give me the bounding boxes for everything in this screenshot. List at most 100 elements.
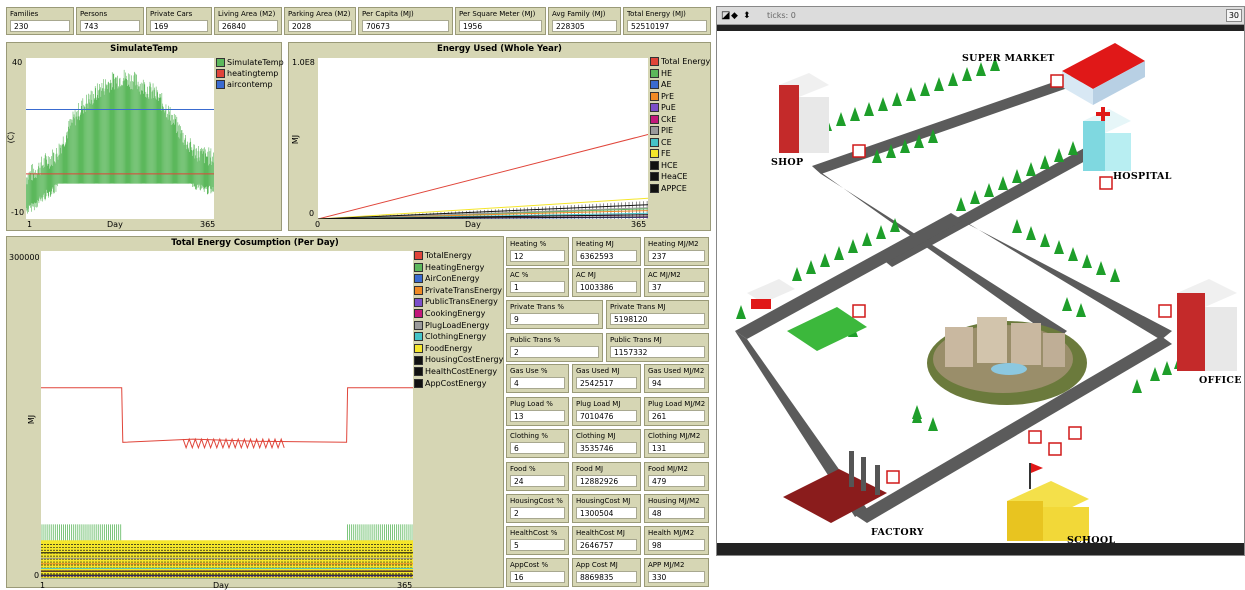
monitor-value: 1157332 [610,346,705,358]
legend-item: HeaCE [650,171,710,183]
world-map[interactable]: SUPER MARKET SHOP HOSPITAL OFFICE FACTOR… [717,31,1244,543]
speed-field[interactable]: 30 [1225,9,1242,22]
monitor-value: 479 [648,475,705,487]
x-tick-min: 1 [27,220,33,229]
legend-swatch [650,172,659,182]
monitor-value: 228305 [552,20,617,32]
monitor-housingcost: HousingCost % 2 [506,494,569,523]
monitor-label: HealthCost MJ [576,529,625,537]
legend-item: AE [650,79,710,91]
monitor-value: 1300504 [576,507,637,519]
monitor-value: 4 [510,377,565,389]
monitor-label: Plug Load MJ/M2 [648,400,705,408]
zoom-arrows-icon[interactable]: ◆ [731,7,738,25]
x-tick-min: 1 [40,581,46,590]
legend-label: PlE [661,126,674,135]
legend-swatch [414,262,423,272]
monitor-label: Public Trans % [510,336,561,344]
monitor-value: 1956 [459,20,542,32]
monitor-value: 131 [648,442,705,454]
legend-item: APPCE [650,183,710,195]
y-tick-max: 40 [12,58,23,67]
y-axis-label: (C) [6,131,16,144]
simulate-temp-plot: SimulateTemp 40 -10 (C) 1 365 Day Simula… [6,42,284,231]
legend-label: AirConEnergy [425,274,480,284]
monitor-value: 52510197 [627,20,707,32]
legend-label: ClothingEnergy [425,332,487,342]
x-axis-label: Day [107,220,123,229]
monitor-value: 169 [150,20,208,32]
plot-title: Energy Used (Whole Year) [437,44,562,54]
monitor-private-trans-mj: Private Trans MJ 5198120 [606,300,709,329]
legend-item: PrE [650,91,710,103]
monitor-value: 5198120 [610,313,705,325]
legend-label: PuE [661,103,676,112]
monitor-label: Persons [80,10,108,18]
monitor-avg-family-mj: Avg Family (MJ) 228305 [548,7,621,35]
legend-item: SimulateTemp [216,57,284,68]
legend-swatch [414,309,423,319]
settings-icon[interactable]: ◪ [721,7,730,25]
monitor-label: Food % [510,465,536,473]
legend-label: PublicTransEnergy [425,297,498,307]
legend-swatch [414,344,423,354]
monitor-ac-mj-m2: AC MJ/M2 37 [644,268,709,297]
legend-swatch [650,68,659,78]
monitor-label: AC MJ/M2 [648,271,681,279]
legend-swatch [414,320,423,330]
monitor-value: 26840 [218,20,278,32]
legend-item: ClothingEnergy [414,331,503,343]
legend-swatch [414,286,423,296]
monitor-label: Gas Use % [510,367,548,375]
monitor-label: AC % [510,271,529,279]
monitor-label: Health MJ/M2 [648,529,695,537]
bus-stop-sign [1028,430,1042,444]
monitor-plug-load-mj-m2: Plug Load MJ/M2 261 [644,397,709,426]
monitor-label: Avg Family (MJ) [552,10,606,18]
monitor-value: 743 [80,20,140,32]
updown-arrows-icon[interactable]: ⬍ [743,7,751,25]
legend-item: AirConEnergy [414,273,503,285]
monitor-label: HousingCost MJ [576,497,631,505]
total-energy-per-day-plot: Total Energy Cosumption (Per Day) 300000… [6,236,504,590]
legend-label: AE [661,80,672,89]
energy-used-year-plot: Energy Used (Whole Year) 1.0E8 0 MJ 0 36… [288,42,711,231]
legend-label: HE [661,68,673,78]
monitor-per-square-meter-mj: Per Square Meter (MJ) 1956 [455,7,546,35]
monitor-app-cost-mj: App Cost MJ 8869835 [572,558,641,587]
monitor-appcost: AppCost % 16 [506,558,569,587]
monitor-value: 70673 [362,20,449,32]
monitor-value: 9 [510,313,599,325]
simulate-temp-canvas [26,58,214,219]
label-shop: SHOP [771,157,803,168]
shop-building [779,73,829,153]
monitor-value: 6 [510,442,565,454]
monitor-value: 24 [510,475,565,487]
legend-swatch [650,57,659,67]
monitor-value: 1 [510,281,565,293]
legend-swatch [650,114,659,124]
world-view: ◪ ◆ ⬍ ticks: 0 30 SUPER MARKET SHOP HOSP… [716,6,1245,556]
legend-item: HealthCostEnergy [414,366,503,378]
monitor-value: 261 [648,410,705,422]
monitor-label: Heating MJ [576,240,614,248]
legend-item: HCE [650,160,710,172]
monitor-label: APP MJ/M2 [648,561,685,569]
x-tick-max: 365 [200,220,216,229]
monitor-plug-load-mj: Plug Load MJ 7010476 [572,397,641,426]
plot-background [41,251,413,579]
monitor-label: Private Trans % [510,303,565,311]
monitor-label: Food MJ/M2 [648,465,688,473]
bus-stop-sign [1048,442,1062,456]
monitor-public-trans-mj: Public Trans MJ 1157332 [606,333,709,362]
monitor-label: AC MJ [576,271,596,279]
legend-swatch [650,149,659,159]
legend-item: AppCostEnergy [414,378,503,390]
monitor-value: 48 [648,507,705,519]
total-energy-per-day-legend: TotalEnergy HeatingEnergy AirConEnergy Priv… [414,250,503,389]
legend-swatch [414,251,423,261]
y-tick-min: 0 [309,209,315,218]
monitor-label: Heating MJ/M2 [648,240,699,248]
legend-item: CkE [650,114,710,126]
bus-stop-sign [1050,74,1064,88]
